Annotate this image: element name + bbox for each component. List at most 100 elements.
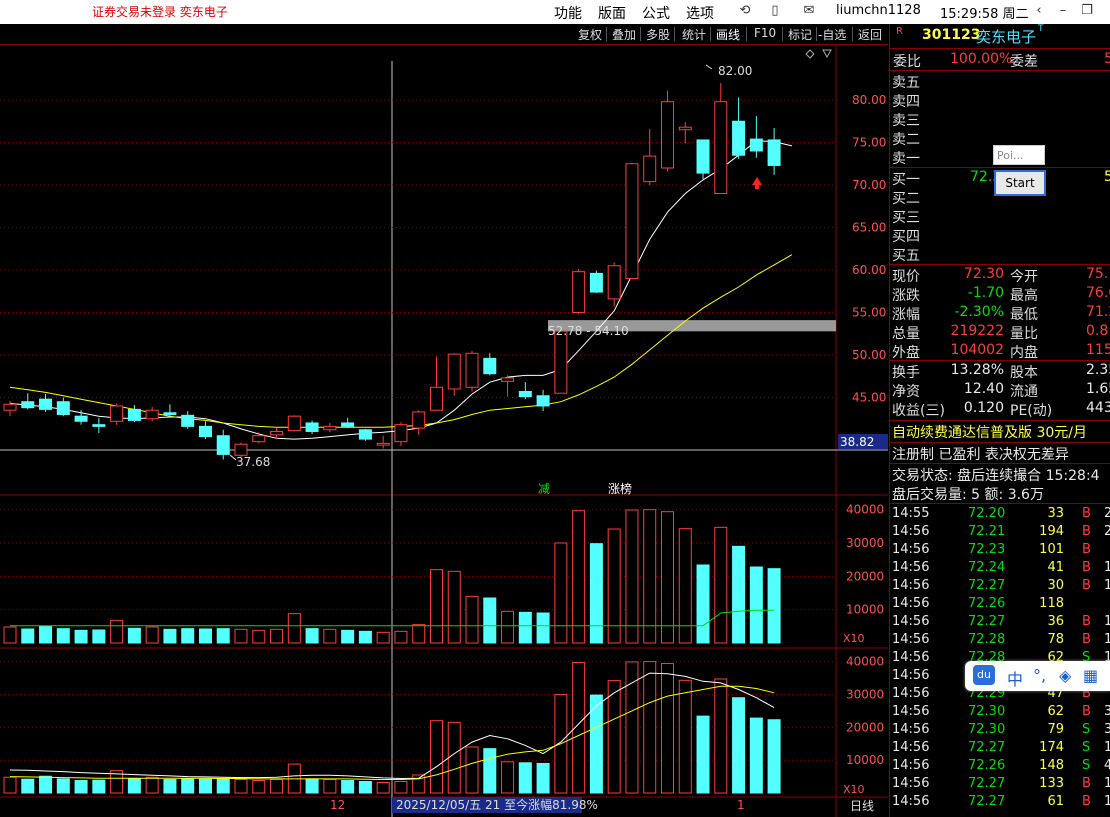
candle[interactable]: [696, 139, 710, 174]
volume-bar[interactable]: [127, 627, 141, 644]
volume-bar[interactable]: [358, 630, 372, 644]
candle[interactable]: [270, 430, 284, 436]
candle[interactable]: [501, 377, 515, 382]
volume-bar[interactable]: [749, 566, 763, 644]
candle[interactable]: [607, 265, 621, 300]
stock-name[interactable]: 奕东电子: [976, 26, 1036, 47]
ime-grid-icon[interactable]: ▦: [1083, 666, 1098, 685]
volume-bar[interactable]: [234, 628, 248, 644]
volume-bar[interactable]: [572, 510, 586, 644]
candle[interactable]: [127, 408, 141, 421]
volume-bar[interactable]: [21, 778, 35, 794]
volume-bar[interactable]: [394, 781, 408, 794]
candle[interactable]: [287, 415, 301, 432]
candle[interactable]: [216, 435, 230, 455]
volume-bar[interactable]: [3, 626, 17, 644]
volume-bar[interactable]: [305, 778, 319, 794]
volume-bar[interactable]: [39, 775, 53, 794]
volume-bar[interactable]: [465, 595, 479, 644]
candle[interactable]: [749, 138, 763, 152]
refresh-icon[interactable]: ⟲: [738, 4, 752, 18]
volume-bar[interactable]: [181, 778, 195, 794]
candle[interactable]: [714, 101, 728, 194]
candle[interactable]: [447, 353, 461, 390]
diamond-icon[interactable]: [805, 49, 815, 59]
candle[interactable]: [554, 330, 568, 394]
volume-bar[interactable]: [643, 509, 657, 644]
candle[interactable]: [376, 442, 390, 446]
volume-bar[interactable]: [483, 748, 497, 794]
candle[interactable]: [305, 422, 319, 432]
candle[interactable]: [589, 272, 603, 293]
volume-bar[interactable]: [127, 778, 141, 794]
volume-bar[interactable]: [625, 661, 639, 794]
volume-bar[interactable]: [465, 746, 479, 794]
volume-bar[interactable]: [518, 762, 532, 794]
volume-bar[interactable]: [270, 779, 284, 794]
volume-bar[interactable]: [394, 630, 408, 644]
ime-skin-icon[interactable]: ◈: [1059, 666, 1071, 685]
volume-bar[interactable]: [21, 628, 35, 644]
volume-bar[interactable]: [589, 543, 603, 644]
volume-bar[interactable]: [696, 715, 710, 794]
poi-field[interactable]: Poi...: [993, 145, 1045, 165]
candle[interactable]: [163, 412, 177, 415]
candle[interactable]: [323, 425, 337, 431]
candle[interactable]: [732, 120, 746, 156]
back-icon[interactable]: ‹: [1032, 4, 1046, 18]
volume-bar[interactable]: [732, 545, 746, 644]
candle[interactable]: [518, 391, 532, 398]
volume-bar[interactable]: [429, 720, 443, 794]
candle[interactable]: [625, 163, 639, 279]
volume-bar[interactable]: [56, 778, 70, 794]
candle[interactable]: [198, 425, 212, 438]
volume-bar[interactable]: [74, 629, 88, 644]
tool-back[interactable]: 返回: [858, 26, 882, 43]
tool-stats[interactable]: 统计: [682, 26, 706, 43]
ad-banner[interactable]: 自动续费通达信普及版 30元/月: [892, 422, 1087, 442]
volume-bar[interactable]: [714, 678, 728, 794]
volume-bar[interactable]: [270, 628, 284, 644]
triangle-icon[interactable]: [822, 49, 832, 59]
volume-bar[interactable]: [163, 628, 177, 644]
volume-bar[interactable]: [252, 780, 266, 794]
volume-bar[interactable]: [501, 761, 515, 794]
volume-bar[interactable]: [3, 776, 17, 794]
tool-adjust[interactable]: 复权: [578, 26, 602, 43]
volume-bar[interactable]: [323, 779, 337, 794]
candle[interactable]: [181, 414, 195, 427]
username[interactable]: liumchn1128: [836, 3, 921, 18]
candle[interactable]: [643, 155, 657, 183]
tool-multi[interactable]: 多股: [646, 26, 670, 43]
volume-bar[interactable]: [145, 626, 159, 644]
candle[interactable]: [394, 424, 408, 443]
volume-bar[interactable]: [323, 628, 337, 644]
candle[interactable]: [483, 357, 497, 375]
start-button[interactable]: Start: [994, 170, 1046, 196]
candle[interactable]: [234, 443, 248, 456]
volume-bar[interactable]: [376, 631, 390, 644]
volume-bar[interactable]: [341, 629, 355, 644]
volume-bar[interactable]: [358, 781, 372, 794]
volume-bar[interactable]: [110, 619, 124, 644]
candle[interactable]: [3, 403, 17, 411]
volume-bar[interactable]: [518, 611, 532, 644]
menu-layout[interactable]: 版面: [598, 3, 626, 23]
volume-bar[interactable]: [607, 680, 621, 794]
volume-bar[interactable]: [198, 778, 212, 794]
tool-mark[interactable]: 标记: [788, 26, 812, 43]
candle[interactable]: [767, 139, 781, 166]
volume-bar[interactable]: [536, 762, 550, 794]
candle[interactable]: [252, 435, 266, 443]
candle[interactable]: [74, 415, 88, 422]
volume-bar[interactable]: [429, 569, 443, 644]
volume-bar[interactable]: [252, 629, 266, 644]
ime-mode[interactable]: 中: [1007, 666, 1023, 690]
volume-bar[interactable]: [501, 610, 515, 644]
candle[interactable]: [429, 386, 443, 411]
volume-bar[interactable]: [732, 697, 746, 794]
volume-bar[interactable]: [767, 568, 781, 644]
candle[interactable]: [21, 401, 35, 409]
volume-bar[interactable]: [56, 628, 70, 644]
candle[interactable]: [358, 429, 372, 440]
